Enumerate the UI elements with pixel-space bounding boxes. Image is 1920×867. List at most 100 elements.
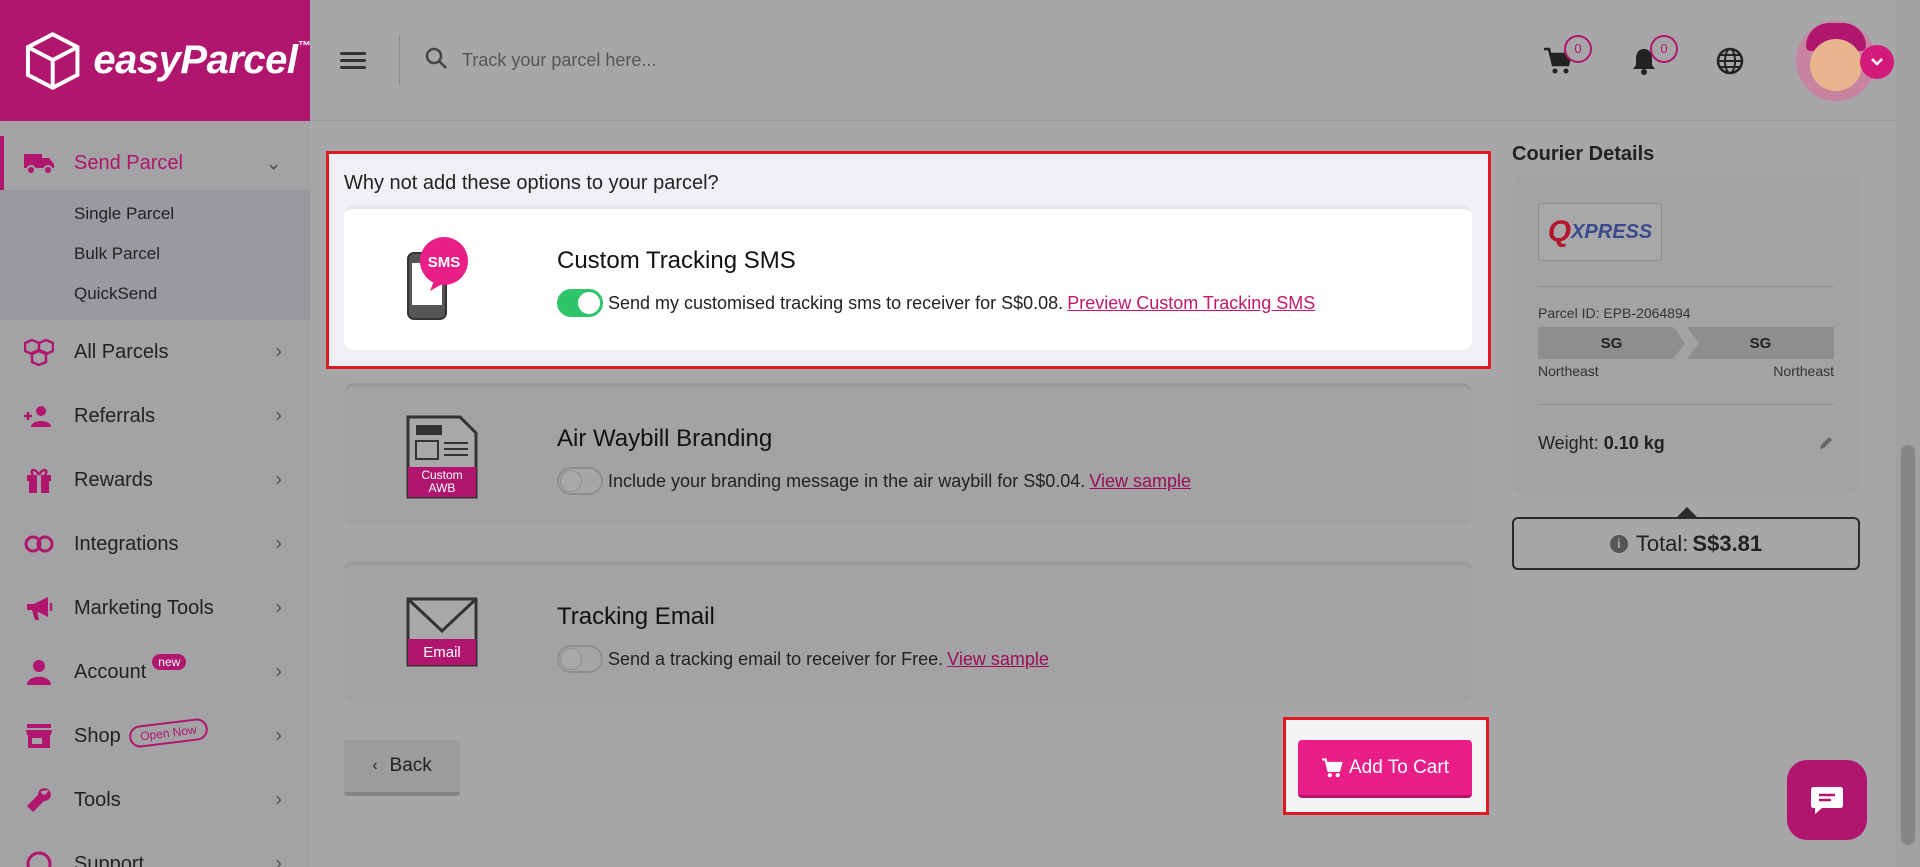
option-description: Send my customised tracking sms to recei… — [608, 292, 1064, 313]
sidebar-item-label: Shop — [74, 724, 121, 747]
topbar-actions: 0 0 — [1538, 0, 1896, 121]
topbar-divider — [399, 35, 400, 85]
qxpress-logo: Q XPRESS — [1538, 203, 1662, 261]
awb-view-sample-link[interactable]: View sample — [1089, 471, 1191, 492]
track-parcel-input[interactable] — [462, 49, 962, 71]
sidebar-item-label: All Parcels — [74, 340, 169, 363]
destination-region: Northeast — [1773, 363, 1834, 379]
avatar[interactable] — [1796, 20, 1894, 101]
sidebar-item-label: Support — [74, 852, 145, 867]
weight-value: 0.10 kg — [1603, 433, 1665, 453]
sidebar-item-referrals[interactable]: Referrals › — [0, 384, 310, 448]
page-scrollbar[interactable] — [1896, 0, 1920, 867]
language-button[interactable] — [1710, 41, 1750, 81]
subnav-bulk-parcel[interactable]: Bulk Parcel — [0, 234, 310, 274]
menu-icon[interactable] — [340, 48, 366, 73]
sidebar-item-label: Send Parcel — [74, 151, 183, 174]
link-icon — [22, 527, 56, 561]
cart-button[interactable]: 0 — [1538, 34, 1592, 81]
chevron-down-icon[interactable] — [1860, 44, 1894, 79]
email-icon: Email — [404, 595, 480, 674]
boxes-icon — [22, 335, 56, 369]
send-parcel-submenu: Single Parcel Bulk Parcel QuickSend — [0, 190, 310, 320]
support-icon — [22, 847, 56, 867]
users-add-icon — [22, 399, 56, 433]
sms-icon-label: SMS — [428, 254, 461, 271]
sidebar-item-all-parcels[interactable]: All Parcels › — [0, 320, 310, 384]
toggle-knob — [560, 648, 582, 670]
preview-sms-link[interactable]: Preview Custom Tracking SMS — [1067, 293, 1315, 314]
chevron-right-icon: › — [275, 788, 282, 811]
weight-label: Weight: — [1538, 433, 1599, 453]
sidebar-item-label: Account — [74, 660, 147, 683]
avatar-face — [1810, 38, 1862, 91]
sidebar-item-support[interactable]: Support › — [0, 832, 310, 867]
topbar: 0 0 — [310, 0, 1896, 121]
back-button[interactable]: ‹ Back — [344, 740, 460, 796]
chevron-right-icon: › — [275, 660, 282, 683]
edit-pencil-icon[interactable] — [1818, 435, 1834, 456]
chevron-right-icon: › — [275, 340, 282, 363]
sidebar-item-shop[interactable]: Shop Open Now › — [0, 704, 310, 768]
sms-phone-icon: SMS — [404, 237, 476, 328]
sidebar: easyParcel™ Send Parcel ⌄ Single Parcel … — [0, 0, 310, 867]
origin-code: SG — [1538, 327, 1685, 359]
courier-details-card: Q XPRESS Parcel ID: EPB-2064894 SG SG Nor… — [1512, 175, 1860, 495]
option-description: Include your branding message in the air… — [608, 470, 1086, 491]
add-to-cart-button[interactable]: Add To Cart — [1298, 740, 1472, 798]
sidebar-item-rewards[interactable]: Rewards › — [0, 448, 310, 512]
option-card-sms: SMS Custom Tracking SMS Send my customis… — [344, 205, 1472, 350]
sidebar-item-send-parcel[interactable]: Send Parcel ⌄ — [0, 136, 310, 190]
awb-icon-label-line1: Custom — [421, 468, 462, 482]
subnav-quicksend[interactable]: QuickSend — [0, 274, 310, 314]
sidebar-nav: Send Parcel ⌄ Single Parcel Bulk Parcel … — [0, 121, 310, 867]
gift-icon — [22, 463, 56, 497]
scrollbar-thumb[interactable] — [1901, 445, 1915, 845]
awb-toggle[interactable] — [557, 467, 603, 495]
option-card-awb: Custom AWB Air Waybill Branding Include … — [344, 383, 1472, 526]
sidebar-item-integrations[interactable]: Integrations › — [0, 512, 310, 576]
awb-icon-label-line2: AWB — [429, 481, 456, 495]
sidebar-item-label: Integrations — [74, 532, 179, 555]
chevron-right-icon: › — [275, 532, 282, 555]
email-view-sample-link[interactable]: View sample — [947, 649, 1049, 670]
sidebar-item-label: Marketing Tools — [74, 596, 214, 619]
chevron-right-icon: › — [275, 404, 282, 427]
truck-icon — [22, 146, 56, 180]
chat-button[interactable] — [1787, 760, 1867, 840]
option-title: Tracking Email — [557, 603, 715, 630]
sidebar-item-label: Referrals — [74, 404, 156, 427]
option-line: Send my customised tracking sms to recei… — [557, 289, 1315, 317]
sidebar-item-marketing-tools[interactable]: Marketing Tools › — [0, 576, 310, 640]
cart-icon — [1322, 757, 1343, 777]
subnav-single-parcel[interactable]: Single Parcel — [0, 194, 310, 234]
divider — [1538, 404, 1834, 405]
option-title: Air Waybill Branding — [557, 425, 773, 452]
notification-count-badge: 0 — [1650, 34, 1678, 63]
sidebar-item-tools[interactable]: Tools › — [0, 768, 310, 832]
chevron-left-icon: ‹ — [372, 757, 378, 774]
megaphone-icon — [22, 591, 56, 625]
notifications-button[interactable]: 0 — [1624, 34, 1678, 81]
person-icon — [22, 655, 56, 689]
option-card-email: Email Tracking Email Send a tracking ema… — [344, 561, 1472, 704]
sidebar-item-label: Rewards — [74, 468, 153, 491]
option-line: Send a tracking email to receiver for Fr… — [557, 645, 1049, 673]
total-pointer — [1677, 507, 1697, 517]
parcel-id: Parcel ID: EPB-2064894 — [1538, 305, 1691, 321]
logo-text: easyParcel™ — [93, 38, 310, 82]
chevron-right-icon: › — [275, 852, 282, 867]
sidebar-item-account[interactable]: Account new › — [0, 640, 310, 704]
email-toggle[interactable] — [557, 645, 603, 673]
info-icon[interactable]: i — [1609, 534, 1628, 553]
sidebar-item-label: Tools — [74, 788, 121, 811]
option-description: Send a tracking email to receiver for Fr… — [608, 648, 944, 669]
globe-icon — [1716, 47, 1744, 74]
chevron-right-icon: › — [275, 468, 282, 491]
cart-count-badge: 0 — [1564, 34, 1592, 63]
destination-code: SG — [1687, 327, 1834, 359]
wrench-icon — [22, 783, 56, 817]
easyparcel-logo[interactable]: easyParcel™ — [0, 0, 310, 121]
toggle-knob — [560, 470, 582, 492]
sms-toggle[interactable] — [557, 289, 603, 317]
